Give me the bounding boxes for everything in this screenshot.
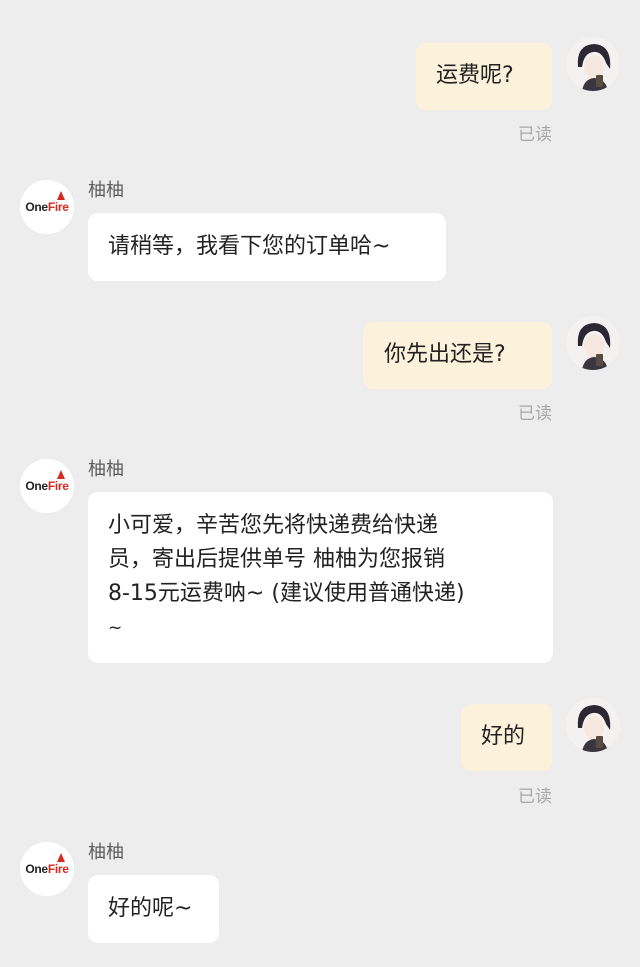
- shop-avatar[interactable]: OneFire: [20, 180, 74, 234]
- outgoing-message-bubble[interactable]: 好的: [461, 704, 552, 771]
- message-line: ~: [108, 618, 123, 638]
- onefire-logo: OneFire: [25, 200, 69, 214]
- message-line: 8-15元运费呐~ (建议使用普通快递): [108, 581, 465, 606]
- user-avatar-image: [566, 316, 620, 370]
- read-status: 已读: [518, 125, 552, 145]
- user-avatar-image: [566, 37, 620, 91]
- message-line: 小可爱，辛苦您先将快递费给快递: [108, 513, 439, 538]
- outgoing-message-bubble[interactable]: 运费呢?: [416, 43, 552, 110]
- onefire-logo: OneFire: [25, 862, 69, 876]
- message-line: 员，寄出后提供单号 柚柚为您报销: [108, 547, 445, 572]
- message-text: 好的呢~: [108, 896, 193, 921]
- sender-name: 柚柚: [88, 459, 124, 480]
- flame-icon: [57, 853, 65, 862]
- sender-name: 柚柚: [88, 180, 124, 201]
- user-avatar[interactable]: [566, 698, 620, 752]
- incoming-message-bubble[interactable]: 好的呢~: [88, 875, 219, 943]
- sender-name: 柚柚: [88, 842, 124, 863]
- read-status: 已读: [518, 404, 552, 424]
- message-text: 你先出还是?: [384, 342, 506, 367]
- user-avatar[interactable]: [566, 37, 620, 91]
- flame-icon: [57, 470, 65, 479]
- shop-avatar[interactable]: OneFire: [20, 842, 74, 896]
- message-text: 请稍等，我看下您的订单哈~: [108, 234, 391, 259]
- user-avatar[interactable]: [566, 316, 620, 370]
- shop-avatar[interactable]: OneFire: [20, 459, 74, 513]
- onefire-logo: OneFire: [25, 479, 69, 493]
- read-status: 已读: [518, 787, 552, 807]
- outgoing-message-bubble[interactable]: 你先出还是?: [363, 322, 552, 389]
- user-avatar-image: [566, 698, 620, 752]
- incoming-message-bubble[interactable]: 请稍等，我看下您的订单哈~: [88, 213, 446, 281]
- message-text: 好的: [481, 724, 526, 749]
- message-text: 运费呢?: [436, 63, 514, 88]
- flame-icon: [57, 191, 65, 200]
- incoming-message-bubble[interactable]: 小可爱，辛苦您先将快递费给快递 员，寄出后提供单号 柚柚为您报销 8-15元运费…: [88, 492, 553, 663]
